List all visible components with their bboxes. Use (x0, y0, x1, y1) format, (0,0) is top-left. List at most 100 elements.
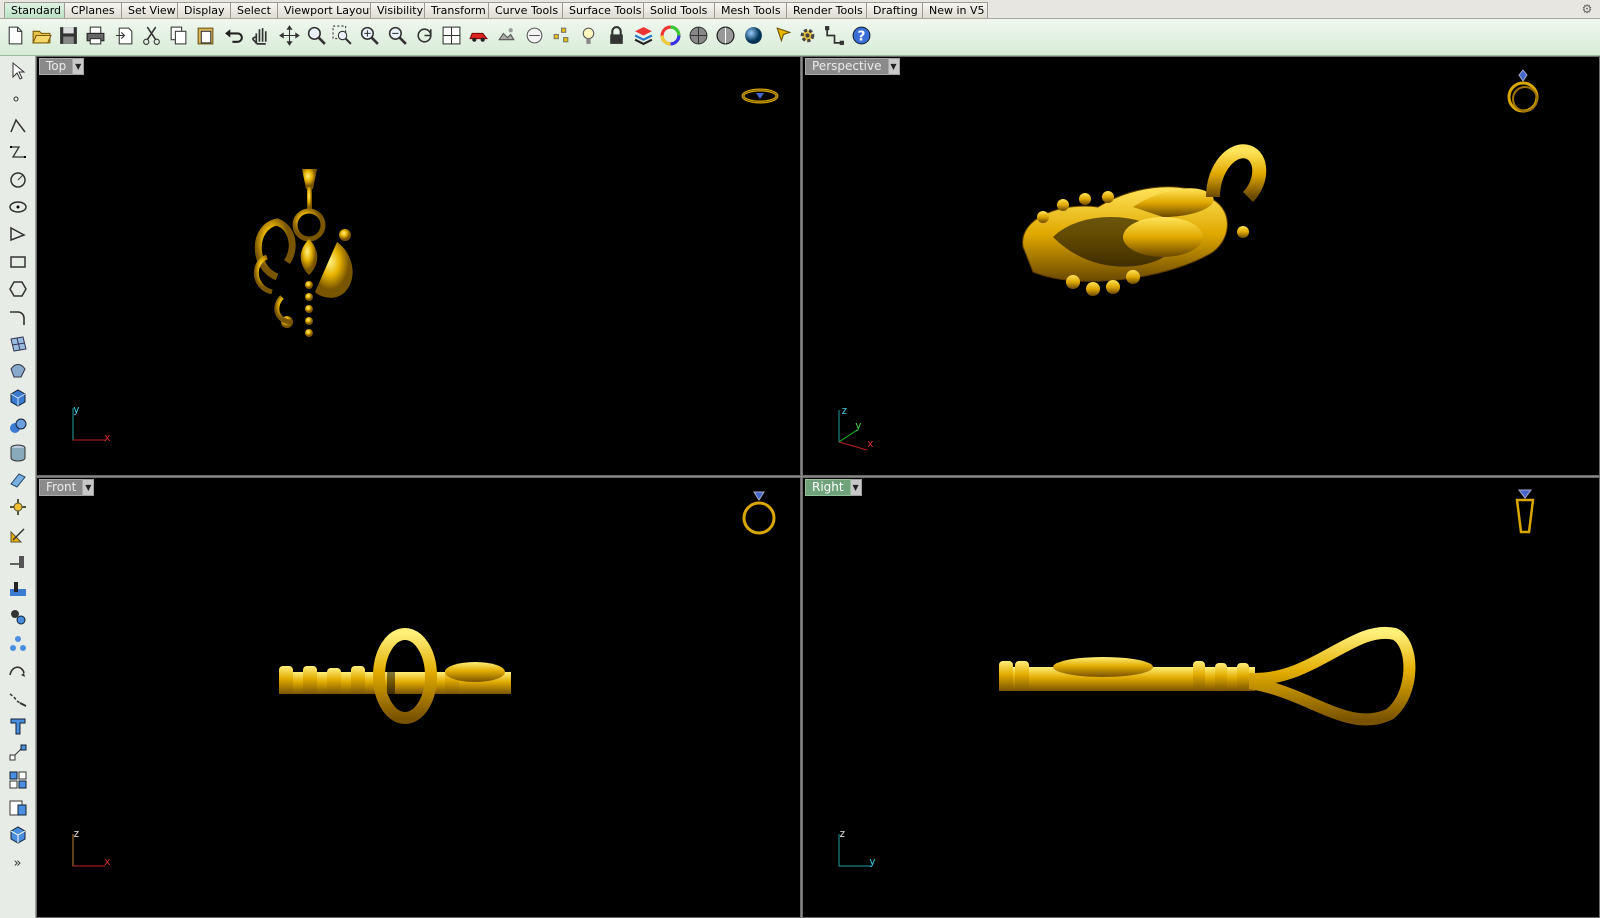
rectangle-icon[interactable] (5, 250, 30, 274)
viewport-title-right[interactable]: Right ▼ (805, 479, 862, 496)
import-icon[interactable] (112, 23, 137, 48)
named-views-icon[interactable] (494, 23, 519, 48)
gear-icon[interactable]: ⚙ (1580, 2, 1594, 16)
chevron-down-icon[interactable]: ▼ (888, 58, 900, 75)
viewport-title-top[interactable]: Top ▼ (39, 58, 85, 75)
point-icon[interactable] (5, 87, 30, 111)
undo-icon[interactable] (222, 23, 247, 48)
arc-icon[interactable] (5, 222, 30, 246)
polygon-icon[interactable] (5, 277, 30, 301)
tab-display[interactable]: Display (177, 2, 231, 18)
solid-icon[interactable] (5, 768, 30, 792)
tab-curve-tools[interactable]: Curve Tools (488, 2, 563, 18)
chevron-down-icon[interactable]: ▼ (850, 479, 862, 496)
options-layout-icon[interactable] (5, 796, 30, 820)
dimension-icon[interactable] (5, 632, 30, 656)
tab-render-tools[interactable]: Render Tools (786, 2, 867, 18)
tab-new-in-v5[interactable]: New in V5 (922, 2, 988, 18)
transform-icon[interactable] (5, 523, 30, 547)
zoom-window-icon[interactable] (330, 23, 355, 48)
chevron-down-icon[interactable]: ▼ (83, 479, 95, 496)
four-viewports-icon[interactable] (439, 23, 464, 48)
paste-icon[interactable] (193, 23, 218, 48)
axis-label-z: z (839, 827, 846, 840)
tab-visibility[interactable]: Visibility (370, 2, 425, 18)
tab-viewport-layout[interactable]: Viewport Layout (277, 2, 371, 18)
viewport-title-label[interactable]: Perspective (805, 58, 889, 75)
tab-solid-tools[interactable]: Solid Tools (643, 2, 715, 18)
split-icon[interactable] (5, 550, 30, 574)
curve-icon[interactable] (5, 141, 30, 165)
zoom-extents-icon[interactable] (357, 23, 382, 48)
light-icon[interactable] (576, 23, 601, 48)
text-icon[interactable] (5, 659, 30, 683)
save-icon[interactable] (56, 23, 81, 48)
cylinder-icon[interactable] (5, 441, 30, 465)
minimap-ring-right-icon (1515, 489, 1535, 534)
circle-icon[interactable] (5, 168, 30, 192)
copy-icon[interactable] (166, 23, 191, 48)
zoom-icon[interactable] (304, 23, 329, 48)
viewport-perspective[interactable]: Perspective ▼ z y x (802, 56, 1600, 476)
car-icon[interactable] (466, 23, 491, 48)
surface-icon[interactable] (5, 332, 30, 356)
array-icon[interactable] (5, 605, 30, 629)
open-icon[interactable] (29, 23, 54, 48)
viewport-title-label[interactable]: Top (39, 58, 74, 75)
viewport-title-front[interactable]: Front ▼ (39, 479, 95, 496)
lock-icon[interactable] (604, 23, 629, 48)
more-icon[interactable]: » (5, 851, 30, 875)
points-icon[interactable] (549, 23, 574, 48)
viewport-front[interactable]: Front ▼ z x (36, 477, 801, 918)
tab-cplanes[interactable]: CPlanes (64, 2, 122, 18)
new-icon[interactable] (3, 23, 28, 48)
move-view-icon[interactable] (277, 23, 302, 48)
tab-transform[interactable]: Transform (424, 2, 489, 18)
options-icon[interactable] (795, 23, 820, 48)
fillet-icon[interactable] (5, 305, 30, 329)
zoom-selected-icon[interactable] (385, 23, 410, 48)
group-icon[interactable] (5, 686, 30, 710)
layout-icon[interactable] (5, 741, 30, 765)
properties-icon[interactable] (771, 23, 796, 48)
layer-icon[interactable] (631, 23, 656, 48)
tab-mesh-tools[interactable]: Mesh Tools (714, 2, 787, 18)
pan-icon[interactable] (248, 23, 273, 48)
tab-standard[interactable]: Standard (4, 2, 65, 18)
color-wheel-icon[interactable] (658, 23, 683, 48)
help-icon[interactable]: ? (849, 23, 874, 48)
tab-surface-tools[interactable]: Surface Tools (562, 2, 644, 18)
boolean-icon[interactable] (5, 577, 30, 601)
print-icon[interactable] (83, 23, 108, 48)
rendered-icon[interactable] (713, 23, 738, 48)
render-sphere-icon[interactable] (741, 23, 766, 48)
tab-drafting[interactable]: Drafting (866, 2, 923, 18)
sweep-icon[interactable] (5, 359, 30, 383)
block-icon[interactable] (5, 714, 30, 738)
ellipse-icon[interactable] (5, 195, 30, 219)
extrude-icon[interactable] (5, 468, 30, 492)
polyline-icon[interactable] (5, 114, 30, 138)
select-arrow-icon[interactable] (5, 59, 30, 83)
axis-label-y: y (73, 403, 80, 416)
tab-set-view[interactable]: Set View (121, 2, 178, 18)
mesh-icon[interactable] (5, 495, 30, 519)
cut-icon[interactable] (139, 23, 164, 48)
viewport-title-perspective[interactable]: Perspective ▼ (805, 58, 900, 75)
snap-icon[interactable] (822, 23, 847, 48)
sphere-icon[interactable] (5, 414, 30, 438)
viewport-right[interactable]: Right ▼ z y (802, 477, 1600, 918)
viewport-top[interactable]: Top ▼ y x (36, 56, 801, 476)
shaded-icon[interactable] (686, 23, 711, 48)
minimap-ring-top-icon (741, 88, 779, 104)
chevron-down-icon[interactable]: ▼ (73, 58, 85, 75)
tab-select[interactable]: Select (230, 2, 278, 18)
rotate-view-icon[interactable] (412, 23, 437, 48)
pendant-top-view (253, 169, 353, 337)
cplane-icon[interactable] (522, 23, 547, 48)
box-icon[interactable] (5, 386, 30, 410)
viewport-cube-icon[interactable] (5, 823, 30, 847)
viewport-title-label[interactable]: Front (39, 479, 84, 496)
pendant-right-view (999, 626, 1416, 726)
viewport-title-label[interactable]: Right (805, 479, 851, 496)
